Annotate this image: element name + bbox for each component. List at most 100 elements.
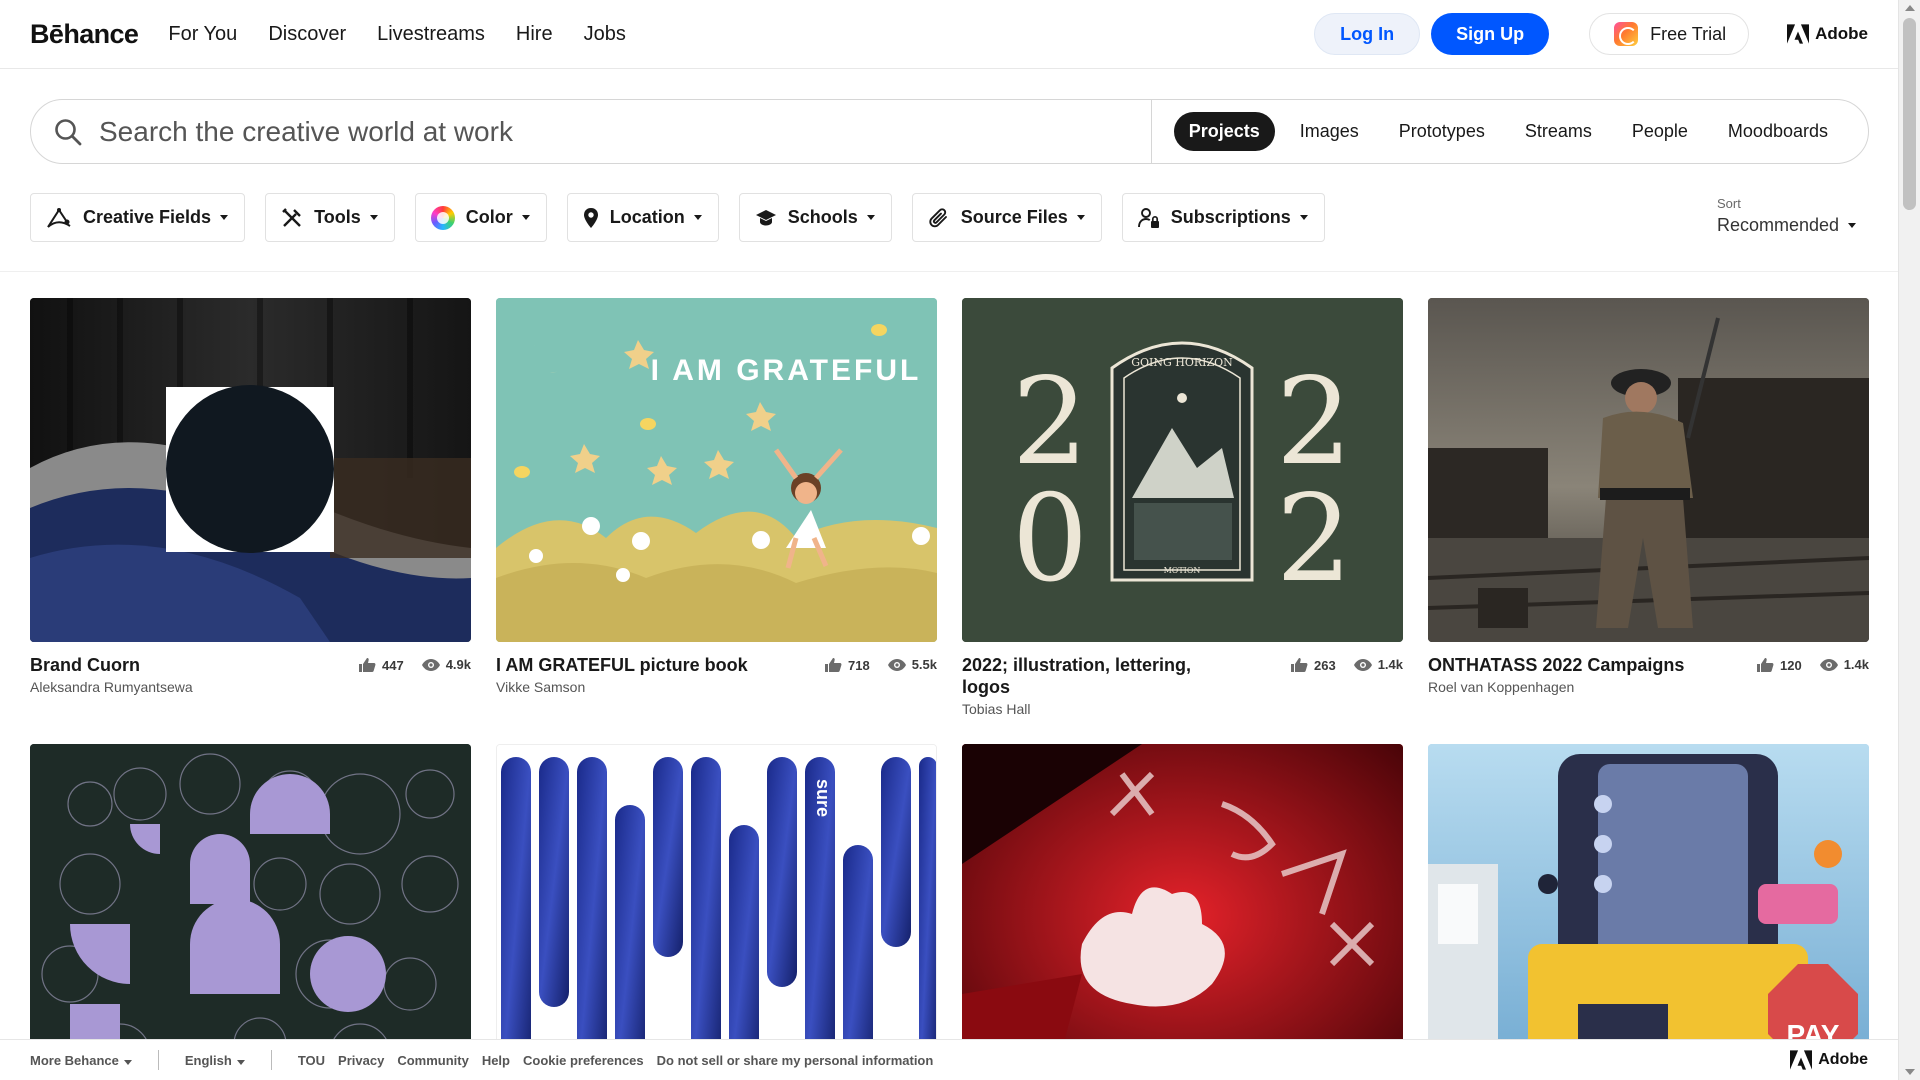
page-scrollbar[interactable] [1898, 0, 1920, 1080]
tab-moodboards[interactable]: Moodboards [1728, 121, 1828, 142]
footer-adobe-link[interactable]: Adobe [1790, 1050, 1868, 1070]
project-card[interactable]: Brand Cuorn Aleksandra Rumyantsewa 447 4… [30, 298, 471, 695]
project-meta: I AM GRATEFUL picture book Vikke Samson … [496, 654, 937, 695]
search-bar: Projects Images Prototypes Streams Peopl… [30, 99, 1869, 164]
scroll-thumb[interactable] [1903, 18, 1916, 210]
project-meta: Brand Cuorn Aleksandra Rumyantsewa 447 4… [30, 654, 471, 695]
project-thumbnail[interactable]: PAY [1428, 744, 1869, 1080]
project-card[interactable]: 2 2 0 2 GOING HORIZON MOTION 2022; illus… [962, 298, 1403, 717]
behance-logo[interactable]: Bēhance [30, 19, 139, 50]
footer-link-do-not-sell[interactable]: Do not sell or share my personal informa… [657, 1053, 934, 1068]
project-author[interactable]: Vikke Samson [496, 679, 748, 695]
project-card[interactable]: ONTHATASS 2022 Campaigns Roel van Koppen… [1428, 298, 1869, 695]
filter-creative-fields[interactable]: Creative Fields [30, 193, 246, 242]
project-title[interactable]: I AM GRATEFUL picture book [496, 654, 748, 676]
thumbnail-art [30, 744, 471, 1080]
eye-icon [887, 658, 906, 671]
search-input[interactable] [99, 115, 999, 148]
user-lock-icon [1137, 207, 1159, 228]
project-thumbnail[interactable] [30, 298, 471, 642]
nav-for-you[interactable]: For You [168, 23, 237, 46]
sort-value-text: Recommended [1717, 215, 1840, 235]
tab-people[interactable]: People [1632, 121, 1688, 142]
project-meta: 2022; illustration, lettering, logos Tob… [962, 654, 1403, 717]
sort-label: Sort [1717, 196, 1741, 211]
filter-schools[interactable]: Schools [738, 193, 892, 242]
tab-projects[interactable]: Projects [1173, 112, 1275, 151]
eye-icon [1353, 658, 1372, 671]
nav-jobs[interactable]: Jobs [584, 23, 626, 46]
project-thumbnail[interactable]: sure [496, 744, 937, 1080]
scroll-up-arrow-icon[interactable] [1905, 5, 1915, 11]
more-behance-menu[interactable]: More Behance [30, 1053, 132, 1068]
tab-streams[interactable]: Streams [1525, 121, 1592, 142]
project-thumbnail[interactable]: 2 2 0 2 GOING HORIZON MOTION [962, 298, 1403, 642]
art-digit: 2 [1276, 470, 1352, 609]
tab-prototypes[interactable]: Prototypes [1399, 121, 1485, 142]
nav-hire[interactable]: Hire [516, 23, 553, 46]
chevron-down-icon [1299, 215, 1308, 220]
art-digit: 0 [1012, 470, 1088, 609]
project-author[interactable]: Roel van Koppenhagen [1428, 679, 1684, 695]
project-title[interactable]: 2022; illustration, lettering, logos [962, 654, 1222, 698]
project-thumbnail[interactable] [1428, 298, 1869, 642]
top-navigation: Bēhance For You Discover Livestreams Hir… [0, 0, 1898, 69]
sort-dropdown[interactable]: Sort Recommended [1717, 196, 1857, 236]
scroll-down-arrow-icon[interactable] [1905, 1069, 1915, 1075]
project-info: I AM GRATEFUL picture book Vikke Samson [496, 654, 748, 695]
views-value: 4.9k [445, 657, 471, 672]
signup-button[interactable]: Sign Up [1431, 13, 1550, 55]
likes-count: 718 [824, 657, 870, 673]
filter-tools-label: Tools [314, 207, 361, 227]
login-button[interactable]: Log In [1314, 13, 1421, 55]
filter-color[interactable]: Color [414, 193, 547, 242]
project-card[interactable]: PAY [1428, 744, 1869, 1080]
project-card[interactable]: I AM GRATEFUL I AM GRATEFUL picture book… [496, 298, 937, 695]
footer-link-cookie-preferences[interactable]: Cookie preferences [523, 1053, 644, 1068]
nav-discover[interactable]: Discover [268, 23, 346, 46]
project-card[interactable] [962, 744, 1403, 1080]
likes-value: 447 [381, 657, 404, 673]
likes-value: 263 [1313, 657, 1336, 673]
views-value: 1.4k [1843, 657, 1869, 672]
paperclip-icon [929, 207, 947, 227]
project-thumbnail[interactable]: I AM GRATEFUL [496, 298, 937, 642]
tab-images[interactable]: Images [1300, 121, 1359, 142]
thumbs-up-icon [824, 658, 842, 672]
footer-link-tou[interactable]: TOU [298, 1053, 325, 1068]
project-thumbnail[interactable] [30, 744, 471, 1080]
search-tabs: Projects Images Prototypes Streams Peopl… [1152, 100, 1868, 163]
eye-icon [1819, 658, 1838, 671]
project-title[interactable]: Brand Cuorn [30, 654, 193, 676]
project-author[interactable]: Tobias Hall [962, 701, 1222, 717]
search-field-wrapper [31, 100, 1152, 163]
filter-location[interactable]: Location [566, 193, 719, 242]
project-title[interactable]: ONTHATASS 2022 Campaigns [1428, 654, 1684, 676]
thumbnail-art: 2 2 0 2 GOING HORIZON MOTION [962, 298, 1403, 642]
project-author[interactable]: Aleksandra Rumyantsewa [30, 679, 193, 695]
more-behance-label: More Behance [30, 1052, 119, 1068]
nav-livestreams[interactable]: Livestreams [377, 23, 485, 46]
footer-link-privacy[interactable]: Privacy [338, 1053, 384, 1068]
project-stats: 447 4.9k [340, 654, 471, 695]
project-info: Brand Cuorn Aleksandra Rumyantsewa [30, 654, 193, 695]
free-trial-button[interactable]: Free Trial [1589, 13, 1750, 55]
footer-link-help[interactable]: Help [482, 1053, 510, 1068]
project-card[interactable]: sure [496, 744, 937, 1080]
adobe-link[interactable]: Adobe [1787, 24, 1868, 44]
language-menu[interactable]: English [185, 1053, 245, 1068]
footer-link-community[interactable]: Community [397, 1053, 469, 1068]
filter-tools[interactable]: Tools [265, 193, 395, 242]
filter-source-files[interactable]: Source Files [911, 193, 1102, 242]
chevron-down-icon [123, 1059, 132, 1065]
likes-count: 263 [1290, 657, 1336, 673]
project-stats: 263 1.4k [1272, 654, 1403, 717]
project-card[interactable] [30, 744, 471, 1080]
filter-subscriptions[interactable]: Subscriptions [1121, 193, 1325, 242]
chevron-down-icon [369, 215, 378, 220]
views-count: 4.9k [421, 657, 471, 672]
art-text: sure [813, 779, 833, 817]
thumbnail-art: I AM GRATEFUL [496, 298, 937, 642]
thumbnail-art: PAY [1428, 744, 1869, 1080]
project-thumbnail[interactable] [962, 744, 1403, 1080]
